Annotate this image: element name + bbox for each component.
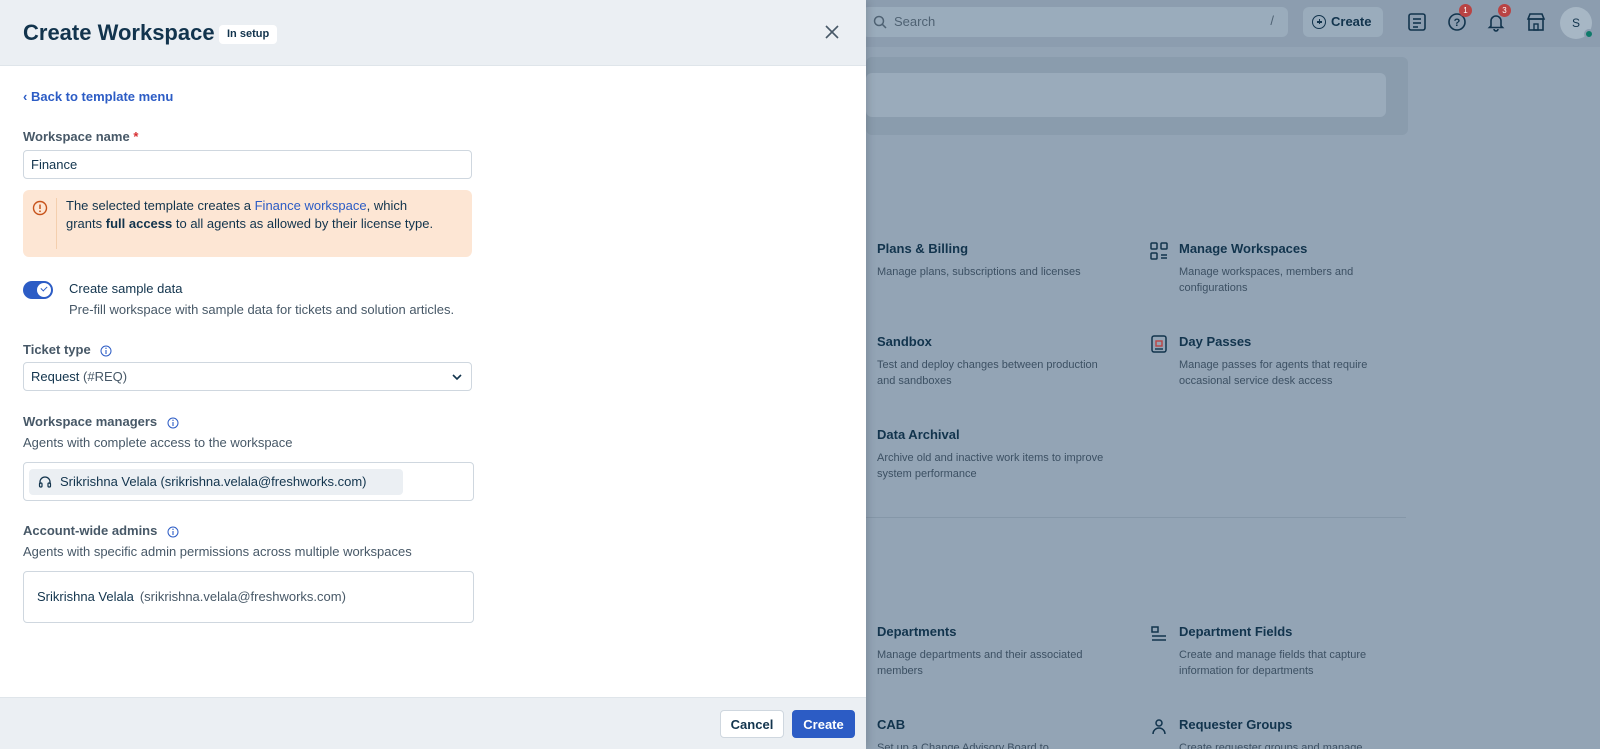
account-admins-label: Account-wide admins — [23, 523, 179, 538]
create-button[interactable]: Create — [792, 710, 855, 738]
requester-groups-icon — [1152, 719, 1166, 735]
tile-desc: Manage departments and their associated … — [877, 649, 1083, 677]
tile-title: Manage Workspaces — [1179, 241, 1308, 256]
status-badge: In setup — [219, 25, 278, 44]
workspace-name-input[interactable] — [23, 150, 472, 179]
manager-chip-label: Srikrishna Velala (srikrishna.velala@fre… — [60, 474, 367, 489]
ticket-type-label: Ticket type — [23, 342, 112, 357]
tile-title: Data Archival — [877, 427, 960, 442]
create-workspace-dialog: Create Workspace In setup ‹ Back to temp… — [0, 0, 866, 749]
workspace-managers-label: Workspace managers — [23, 414, 179, 429]
tile-day-passes[interactable]: Day Passes Manage passes for agents that… — [1151, 334, 1439, 389]
tile-title: Requester Groups — [1179, 717, 1293, 732]
tile-title: Plans & Billing — [877, 241, 969, 256]
workspace-name-label: Workspace name * — [23, 129, 139, 144]
search-icon — [873, 15, 887, 29]
check-icon — [37, 283, 51, 297]
avatar-initial: S — [1571, 16, 1580, 30]
warning-icon — [32, 200, 48, 216]
tile-requester-groups[interactable]: Requester Groups Create requester groups… — [1152, 717, 1439, 749]
close-icon[interactable] — [822, 22, 842, 42]
template-notice: The selected template creates a Finance … — [23, 190, 472, 257]
admin-name: Srikrishna Velala — [37, 589, 134, 604]
background-search-card — [866, 57, 1408, 135]
tile-departments[interactable]: Departments Manage departments and their… — [849, 624, 1137, 679]
tile-desc: Manage plans, subscriptions and licenses — [877, 266, 1081, 278]
global-search-input[interactable]: Search / — [862, 7, 1288, 37]
plus-circle-icon — [1312, 15, 1326, 29]
notification-badge: 3 — [1498, 4, 1511, 17]
workspace-managers-field[interactable]: Srikrishna Velala (srikrishna.velala@fre… — [23, 462, 474, 501]
chevron-down-icon — [452, 374, 462, 381]
tile-title: Departments — [877, 624, 957, 639]
info-icon[interactable] — [167, 526, 179, 538]
chevron-left-icon: ‹ — [23, 89, 28, 104]
sample-data-desc: Pre-fill workspace with sample data for … — [69, 302, 455, 317]
account-admins-desc: Agents with specific admin permissions a… — [23, 544, 412, 559]
help-badge: 1 — [1459, 4, 1472, 17]
tile-desc: Test and deploy changes between producti… — [877, 359, 1098, 387]
back-link-label: Back to template menu — [30, 89, 174, 104]
dialog-footer: Cancel Create — [0, 697, 866, 749]
tile-title: Department Fields — [1179, 624, 1293, 639]
top-create-label: Create — [1331, 14, 1372, 29]
tile-title: Sandbox — [877, 334, 932, 349]
tile-sandbox[interactable]: Sandbox Test and deploy changes between … — [849, 334, 1137, 389]
section-divider — [866, 517, 1406, 518]
top-create-button[interactable]: Create — [1303, 7, 1383, 37]
tile-desc: Manage passes for agents that require oc… — [1179, 359, 1368, 387]
workspace-managers-desc: Agents with complete access to the works… — [23, 435, 293, 450]
tile-department-fields[interactable]: Department Fields Create and manage fiel… — [1151, 624, 1439, 679]
dialog-title: Create Workspace — [23, 20, 215, 45]
finance-workspace-link[interactable]: Finance workspace — [255, 198, 367, 213]
help-icon[interactable]: ? 1 — [1446, 4, 1472, 33]
ticket-type-value: Request — [31, 369, 80, 384]
workspaces-icon — [1150, 242, 1168, 260]
department-fields-icon — [1151, 626, 1166, 641]
tile-manage-workspaces[interactable]: Manage Workspaces Manage workspaces, mem… — [1150, 241, 1439, 296]
svg-text:?: ? — [1454, 17, 1461, 29]
required-mark: * — [133, 129, 139, 144]
search-placeholder: Search — [894, 14, 936, 29]
user-avatar[interactable]: S — [1560, 7, 1594, 39]
bell-icon[interactable]: 3 — [1485, 4, 1511, 33]
tasks-icon[interactable] — [1406, 11, 1428, 33]
ticket-type-select[interactable]: Request (#REQ) — [23, 362, 472, 391]
tile-plans-billing[interactable]: Plans & Billing Manage plans, subscripti… — [849, 241, 1137, 280]
sample-data-toggle[interactable] — [23, 281, 53, 299]
tile-desc: Archive old and inactive work items to i… — [877, 452, 1104, 480]
manager-chip[interactable]: Srikrishna Velala (srikrishna.velala@fre… — [29, 469, 403, 495]
dialog-header: Create Workspace In setup — [0, 0, 866, 66]
tile-desc: Set up a Change Advisory Board to — [877, 742, 1049, 749]
tile-desc: Manage workspaces, members and configura… — [1179, 266, 1354, 294]
back-to-template-link[interactable]: ‹ Back to template menu — [23, 89, 173, 104]
store-icon[interactable] — [1525, 11, 1547, 33]
tile-cab[interactable]: CAB Set up a Change Advisory Board to — [850, 717, 1137, 749]
sample-data-title: Create sample data — [69, 281, 183, 296]
tile-title: Day Passes — [1179, 334, 1252, 349]
admin-email: (srikrishna.velala@freshworks.com) — [139, 589, 346, 604]
search-shortcut: / — [1270, 13, 1274, 28]
info-icon[interactable] — [100, 345, 112, 357]
ticket-type-code: (#REQ) — [79, 369, 128, 384]
day-pass-icon — [1151, 335, 1167, 353]
notice-text: The selected template creates a Finance … — [66, 198, 434, 231]
tile-title: CAB — [877, 717, 906, 732]
account-admins-list: Srikrishna Velala (srikrishna.velala@fres… — [23, 571, 474, 623]
tile-data-archival[interactable]: Data Archival Archive old and inactive w… — [849, 427, 1137, 482]
tile-desc: Create and manage fields that capture in… — [1179, 649, 1367, 677]
cancel-button[interactable]: Cancel — [720, 710, 784, 738]
tile-desc: Create requester groups and manage — [1179, 742, 1363, 749]
online-status-dot — [1584, 29, 1594, 39]
info-icon[interactable] — [167, 417, 179, 429]
headset-icon — [38, 476, 52, 488]
